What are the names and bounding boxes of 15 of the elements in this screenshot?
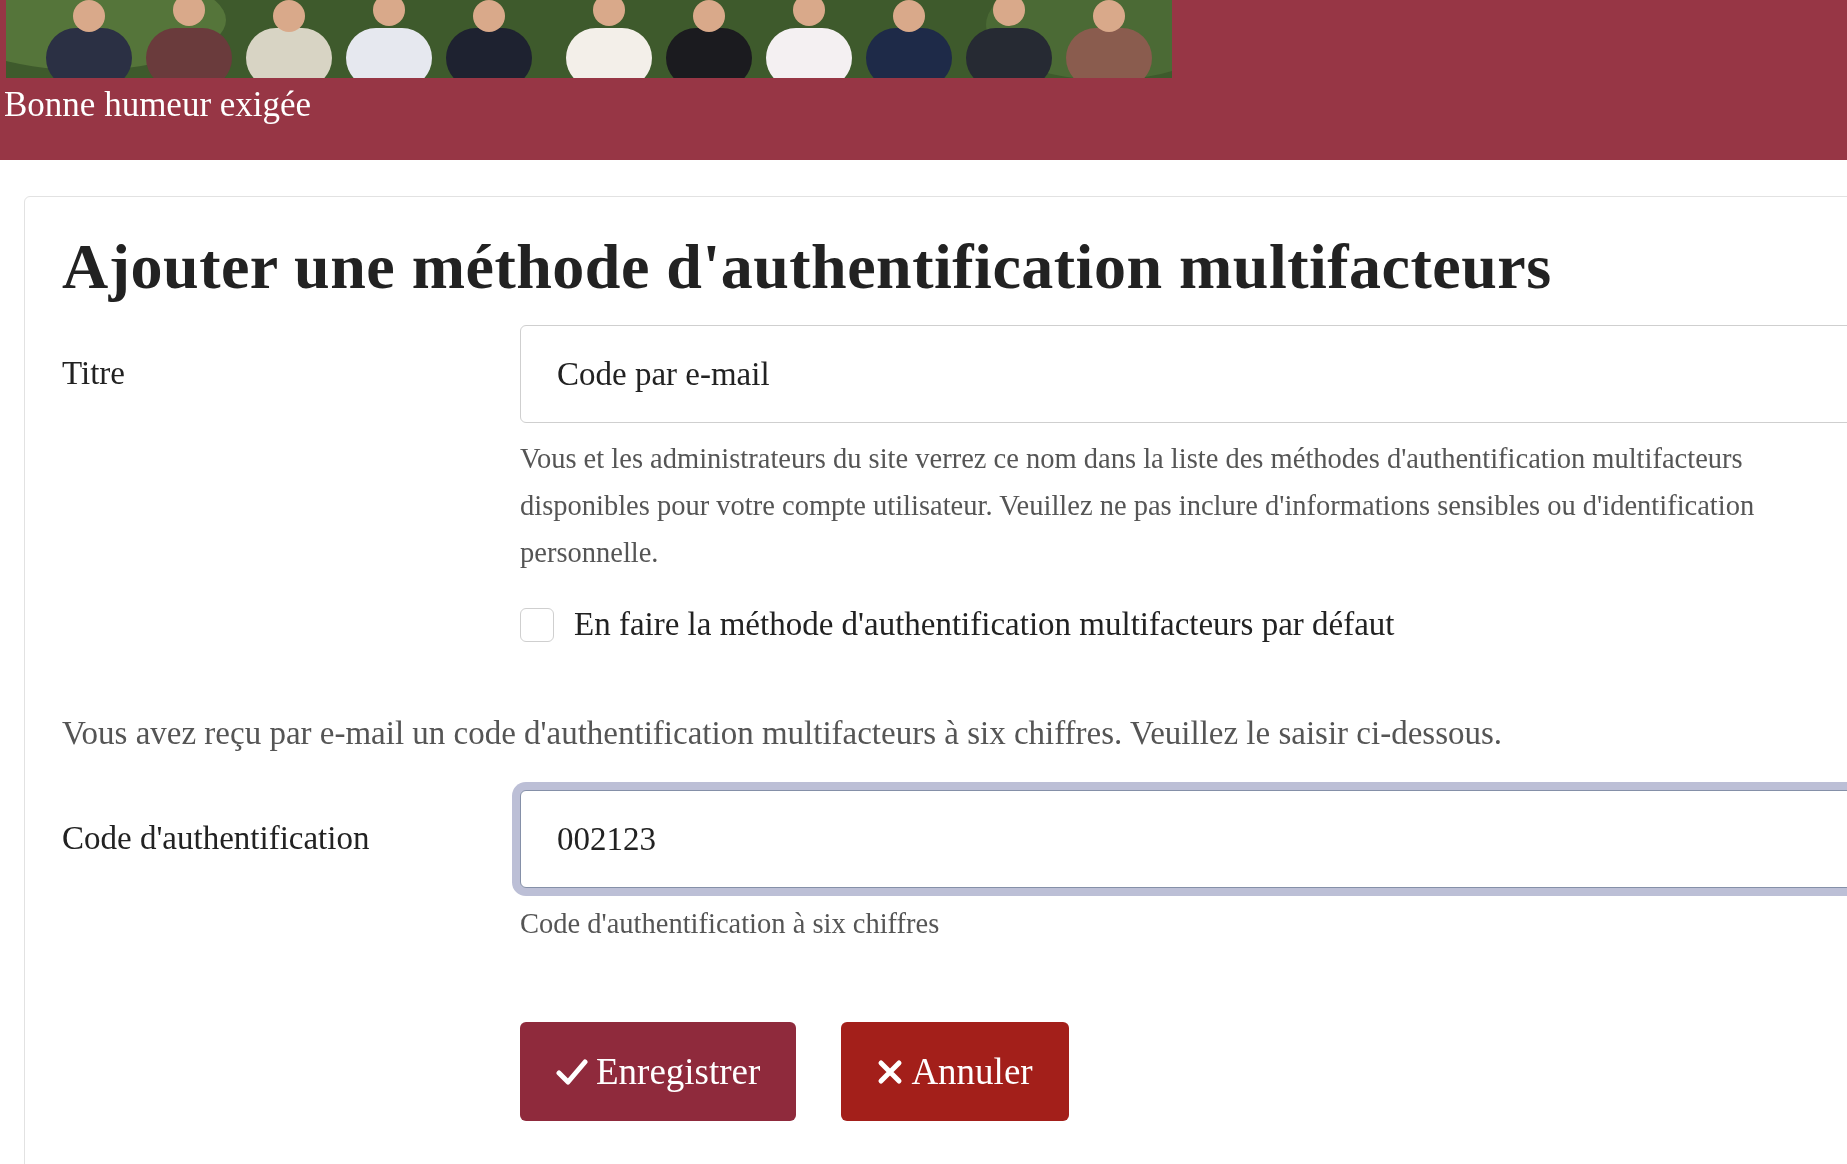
cancel-button[interactable]: Annuler xyxy=(841,1022,1069,1121)
save-button[interactable]: Enregistrer xyxy=(520,1022,797,1121)
field-label: Titre xyxy=(62,354,126,392)
text-field[interactable]: Code par e-mail xyxy=(520,325,1847,423)
header-caption: Bonne humeur exigée xyxy=(4,84,313,126)
help-text: Code d'authentification à six chiffres xyxy=(520,907,941,941)
checkmark-icon xyxy=(556,1057,588,1086)
checkbox-label: En faire la méthode d'authentification multifacteurs par défaut xyxy=(574,606,1395,643)
close-icon xyxy=(877,1058,904,1085)
text-field[interactable]: 002123 xyxy=(520,790,1847,888)
instruction-text: Vous avez reçu par e-mail un code d'authentification multifacteurs à six chiffres. Veuillez le saisir ci-dessous. xyxy=(62,715,1504,752)
help-text: Vous et les administrateurs du site verrez ce nom dans la liste des méthodes d'authentification multifacteurs disponibles pour votre compte utilisateur. Veuillez ne pas inclure d'informations sensibles ou d'identification personnelle. xyxy=(520,442,1756,570)
page-title: Ajouter une méthode d'authentification multifacteurs xyxy=(62,230,1553,304)
checkbox[interactable] xyxy=(520,607,554,642)
field-label: Code d'authentification xyxy=(62,819,371,857)
